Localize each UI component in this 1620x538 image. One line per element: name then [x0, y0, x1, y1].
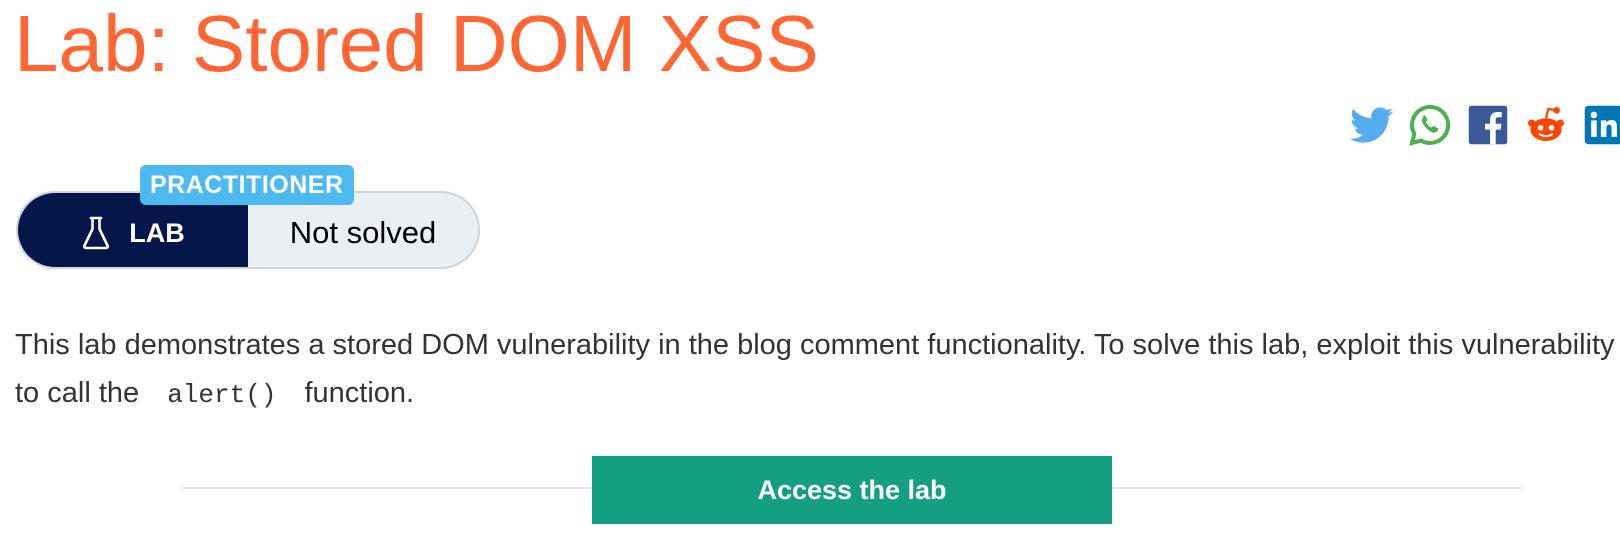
flask-icon: [83, 216, 110, 250]
whatsapp-icon[interactable]: [1408, 103, 1452, 147]
linkedin-icon[interactable]: [1582, 103, 1620, 147]
level-badge: PRACTITIONER: [140, 165, 354, 205]
lab-label: LAB: [129, 217, 185, 248]
share-bar: [1350, 102, 1620, 148]
lab-page: Lab: Stored DOM XSS PRACTITIONER LAB Not…: [0, 0, 1620, 538]
description-text-end: function.: [304, 377, 415, 409]
page-title: Lab: Stored DOM XSS: [14, 0, 819, 88]
reddit-icon[interactable]: [1524, 103, 1568, 147]
inline-code: alert(): [167, 380, 277, 410]
facebook-icon[interactable]: [1466, 103, 1510, 147]
twitter-icon[interactable]: [1350, 103, 1394, 147]
access-lab-button[interactable]: Access the lab: [592, 456, 1112, 524]
lab-description: This lab demonstrates a stored DOM vulne…: [15, 321, 1615, 419]
